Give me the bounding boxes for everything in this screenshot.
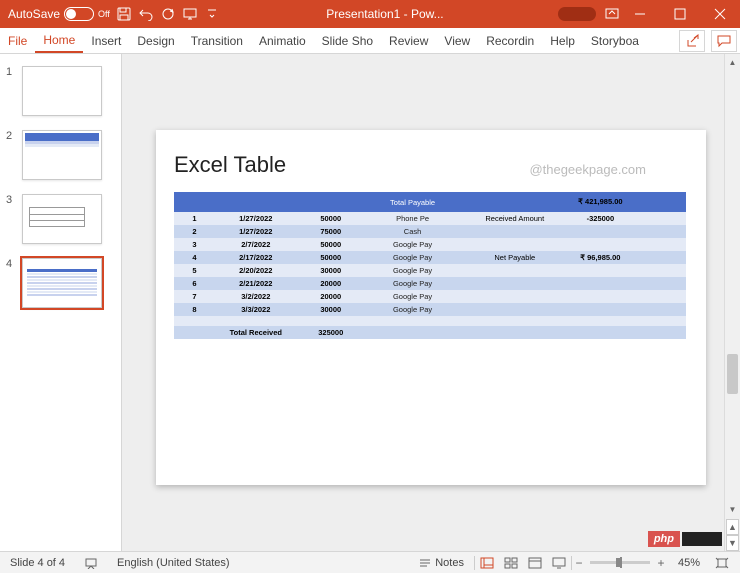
table-row[interactable]: 52/20/202230000Google Pay	[174, 264, 686, 277]
thumbnail-number: 4	[6, 258, 16, 270]
table-row[interactable]: 42/17/202250000Google PayNet Payable₹ 96…	[174, 251, 686, 264]
maximize-button[interactable]	[660, 0, 700, 28]
thumbnail-preview	[22, 258, 102, 308]
slideshow-icon[interactable]	[182, 6, 198, 22]
vertical-scrollbar[interactable]: ▲ ▼ ▲ ▼	[724, 54, 740, 551]
zoom-slider[interactable]	[590, 561, 650, 564]
tab-file[interactable]: File	[0, 28, 35, 53]
thumbnail-number: 3	[6, 194, 16, 206]
thumbnail-3[interactable]: 3	[0, 190, 121, 254]
slide-thumbnails-panel: 1 2 3 4	[0, 54, 122, 551]
watermark-text: @thegeekpage.com	[529, 162, 646, 177]
main-area: 1 2 3 4 Excel Table @thegeekpage.com	[0, 54, 740, 551]
total-payable-value: ₹ 421,985.00	[569, 192, 631, 212]
slide-editor[interactable]: Excel Table @thegeekpage.com Total Payab…	[122, 54, 740, 551]
zoom-out-button[interactable]: −	[572, 556, 586, 570]
thumbnail-4[interactable]: 4	[0, 254, 121, 318]
thumbnail-2[interactable]: 2	[0, 126, 121, 190]
share-button[interactable]	[679, 30, 705, 52]
tab-slideshow[interactable]: Slide Sho	[314, 28, 381, 53]
thumbnail-1[interactable]: 1	[0, 62, 121, 126]
data-table[interactable]: Total Payable ₹ 421,985.00 11/27/2022500…	[174, 192, 686, 339]
quick-access-toolbar: AutoSave Off	[0, 6, 220, 22]
notes-label: Notes	[435, 557, 464, 569]
thumbnail-preview	[22, 194, 102, 244]
ribbon-display-icon[interactable]	[604, 6, 620, 22]
save-icon[interactable]	[116, 6, 132, 22]
slide-canvas[interactable]: Excel Table @thegeekpage.com Total Payab…	[156, 130, 706, 485]
close-button[interactable]	[700, 0, 740, 28]
tab-design[interactable]: Design	[129, 28, 182, 53]
minimize-button[interactable]	[620, 0, 660, 28]
total-row: Total Received325000	[174, 326, 686, 339]
scroll-up-icon[interactable]: ▲	[725, 54, 740, 70]
tab-view[interactable]: View	[436, 28, 478, 53]
language-status[interactable]: English (United States)	[107, 557, 240, 569]
tab-transitions[interactable]: Transition	[183, 28, 251, 53]
user-account[interactable]	[558, 7, 596, 21]
thumbnail-number: 2	[6, 130, 16, 142]
qat-more-icon[interactable]	[204, 6, 220, 22]
statusbar: Slide 4 of 4 English (United States) Not…	[0, 551, 740, 573]
tab-recording[interactable]: Recordin	[478, 28, 542, 53]
zoom-in-button[interactable]: +	[654, 556, 668, 570]
fit-to-window-button[interactable]	[711, 554, 733, 572]
comments-button[interactable]	[711, 30, 737, 52]
table-row[interactable]: 73/2/202220000Google Pay	[174, 290, 686, 303]
autosave-label: AutoSave	[8, 7, 60, 21]
php-badge: php	[648, 531, 722, 547]
slide-position[interactable]: Slide 4 of 4	[0, 557, 75, 569]
table-row[interactable]: 83/3/202230000Google Pay	[174, 303, 686, 316]
accessibility-icon[interactable]	[75, 557, 107, 569]
scroll-down-icon[interactable]: ▼	[725, 501, 740, 517]
table-row[interactable]: 11/27/202250000Phone PeReceived Amount-3…	[174, 212, 686, 225]
normal-view-button[interactable]	[476, 554, 498, 572]
table-row[interactable]: 32/7/202250000Google Pay	[174, 238, 686, 251]
tab-home[interactable]: Home	[35, 28, 83, 53]
ribbon-tabs: File Home Insert Design Transition Anima…	[0, 28, 740, 54]
tab-insert[interactable]: Insert	[83, 28, 129, 53]
thumbnail-preview	[22, 66, 102, 116]
scrollbar-thumb[interactable]	[727, 354, 738, 394]
table-row[interactable]: 62/21/202220000Google Pay	[174, 277, 686, 290]
tab-animations[interactable]: Animatio	[251, 28, 314, 53]
tab-help[interactable]: Help	[542, 28, 583, 53]
slideshow-view-button[interactable]	[548, 554, 570, 572]
next-slide-button[interactable]: ▼	[726, 535, 739, 551]
undo-icon[interactable]	[138, 6, 154, 22]
redo-icon[interactable]	[160, 6, 176, 22]
table-row[interactable]: 21/27/202275000Cash	[174, 225, 686, 238]
slide-sorter-view-button[interactable]	[500, 554, 522, 572]
thumbnail-number: 1	[6, 66, 16, 78]
col-total-payable: Total Payable	[365, 192, 460, 212]
notes-button[interactable]: Notes	[409, 557, 474, 569]
thumbnail-preview	[22, 130, 102, 180]
window-title: Presentation1 - Pow...	[220, 7, 550, 21]
autosave-state: Off	[98, 9, 110, 19]
zoom-value[interactable]: 45%	[668, 557, 710, 569]
window-controls	[620, 0, 740, 28]
previous-slide-button[interactable]: ▲	[726, 519, 739, 535]
tab-review[interactable]: Review	[381, 28, 436, 53]
titlebar: AutoSave Off Presentation1 - Pow...	[0, 0, 740, 28]
tab-storyboard[interactable]: Storyboa	[583, 28, 647, 53]
autosave-toggle[interactable]: AutoSave Off	[8, 7, 110, 21]
reading-view-button[interactable]	[524, 554, 546, 572]
php-badge-text: php	[648, 531, 680, 547]
toggle-pill-icon	[64, 7, 94, 21]
